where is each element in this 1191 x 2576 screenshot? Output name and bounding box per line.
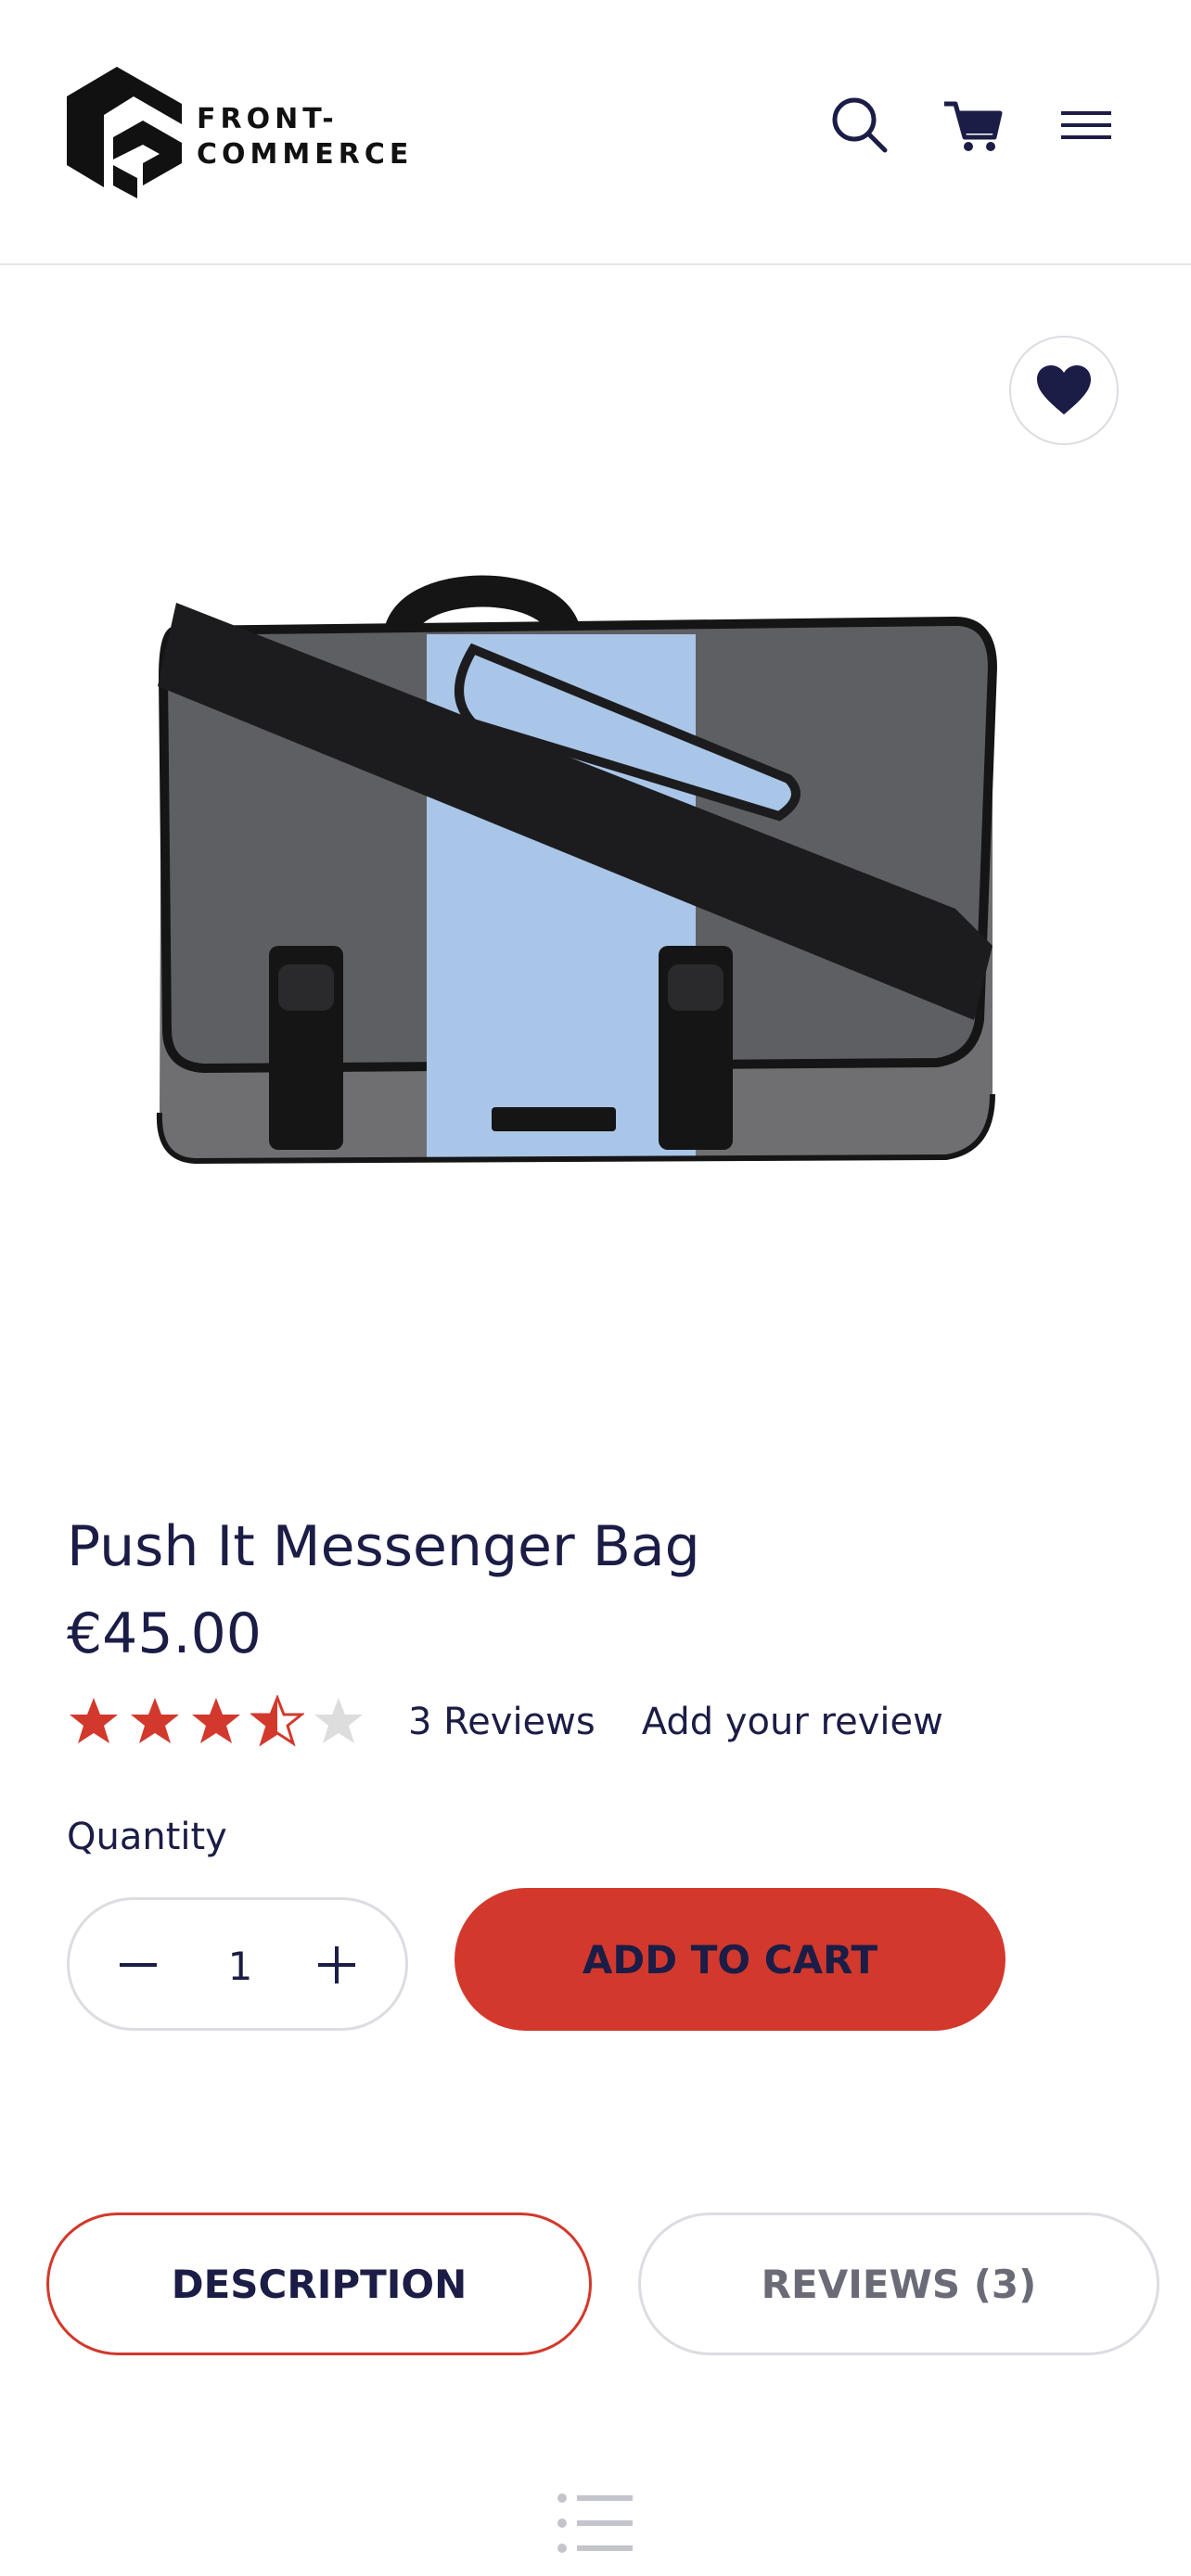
- quantity-input[interactable]: [199, 1933, 281, 1998]
- quantity-stepper: [67, 1897, 408, 2031]
- product-image[interactable]: [139, 538, 1048, 1187]
- logo-mark-icon: [67, 67, 182, 198]
- rating-row: 3 Reviews Add your review: [67, 1690, 943, 1754]
- minus-icon: [120, 1963, 157, 1967]
- front-commerce-logo[interactable]: FRONT- COMMERCE: [67, 67, 408, 198]
- logo-wordmark: FRONT- COMMERCE: [197, 102, 413, 172]
- star-full-icon: [192, 1698, 240, 1743]
- star-full-icon: [131, 1698, 179, 1743]
- reviews-count-link[interactable]: 3 Reviews: [408, 1701, 596, 1743]
- star-empty-icon: [314, 1698, 363, 1743]
- list-icon: [557, 2491, 634, 2556]
- site-header: FRONT- COMMERCE: [0, 0, 1191, 265]
- logo-line-2: COMMERCE: [197, 138, 414, 171]
- menu-icon[interactable]: [1054, 93, 1119, 158]
- quantity-label: Quantity: [67, 1816, 227, 1858]
- cart-icon[interactable]: [941, 93, 1005, 158]
- add-to-cart-button[interactable]: ADD TO CART: [455, 1888, 1005, 2031]
- decrease-quantity-button[interactable]: [110, 1937, 166, 1993]
- product-price: €45.00: [67, 1601, 262, 1666]
- increase-quantity-button[interactable]: [309, 1937, 365, 1993]
- messenger-bag-image: [156, 575, 998, 1165]
- tab-description[interactable]: DESCRIPTION: [46, 2213, 592, 2355]
- logo-line-1: FRONT-: [197, 103, 339, 135]
- rating-stars: [67, 1695, 365, 1749]
- plus-icon: [318, 1946, 355, 1983]
- tab-reviews[interactable]: REVIEWS (3): [638, 2213, 1159, 2355]
- add-to-wishlist-button[interactable]: [1009, 336, 1119, 445]
- star-full-icon: [70, 1698, 118, 1743]
- add-review-link[interactable]: Add your review: [642, 1701, 943, 1743]
- heart-icon: [1037, 365, 1091, 414]
- search-icon[interactable]: [827, 93, 892, 158]
- star-half-icon: [250, 1695, 304, 1747]
- product-title: Push It Messenger Bag: [67, 1514, 700, 1579]
